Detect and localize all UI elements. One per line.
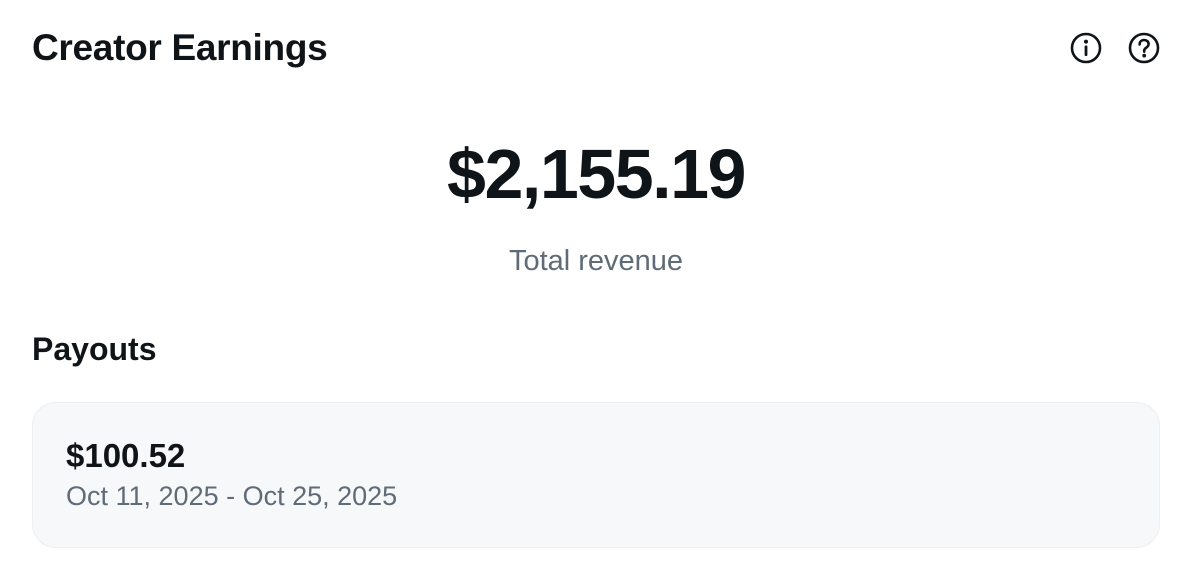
page-header: Creator Earnings <box>32 22 1160 74</box>
payout-amount: $100.52 <box>66 437 186 474</box>
help-icon <box>1128 32 1160 64</box>
payouts-heading: Payouts <box>32 331 157 367</box>
page-title: Creator Earnings <box>32 27 328 68</box>
total-revenue-summary: $2,155.19 Total revenue <box>0 132 1192 278</box>
help-button[interactable] <box>1126 30 1162 66</box>
info-button[interactable] <box>1068 30 1104 66</box>
total-revenue-amount: $2,155.19 <box>447 135 746 213</box>
total-revenue-label: Total revenue <box>508 245 684 277</box>
payout-card[interactable]: $100.52 Oct 11, 2025 - Oct 25, 2025 <box>32 402 1160 548</box>
payout-period: Oct 11, 2025 - Oct 25, 2025 <box>66 481 398 511</box>
header-actions <box>1068 30 1162 66</box>
info-icon <box>1070 32 1102 64</box>
